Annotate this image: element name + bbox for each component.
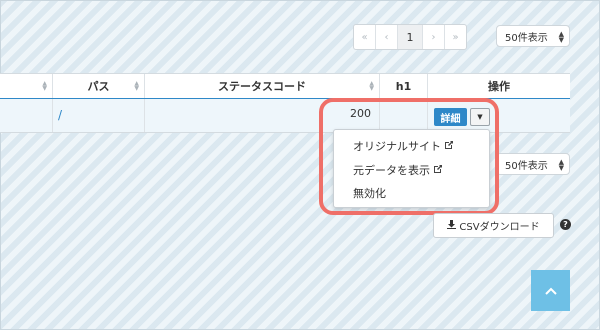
per-page-value: 50件表示 (505, 32, 548, 44)
per-page-value: 50件表示 (505, 160, 548, 172)
column-header-path[interactable]: パス ▲ ▼ (53, 74, 145, 98)
help-icon[interactable]: ? (560, 219, 571, 230)
per-page-select-bottom[interactable]: 50件表示 ▲ ▼ (496, 153, 570, 175)
csv-download-button[interactable]: CSVダウンロード (433, 213, 554, 238)
per-page-select-top[interactable]: 50件表示 ▲ ▼ (496, 25, 570, 47)
page-prev-button[interactable]: ‹ (376, 25, 398, 49)
table-header: ▲ ▼ パス ▲ ▼ ステータスコード ▲ ▼ h1 操作 (0, 73, 570, 100)
sort-icon: ▲ ▼ (369, 80, 374, 92)
column-header-blank[interactable]: ▲ ▼ (0, 74, 53, 98)
select-arrows-icon: ▲ ▼ (558, 158, 564, 172)
page-last-button[interactable]: » (445, 25, 466, 49)
sort-icon: ▲ ▼ (42, 80, 47, 92)
page-next-button[interactable]: › (423, 25, 445, 49)
highlight-annotation (319, 98, 499, 215)
select-arrows-icon: ▲ ▼ (558, 30, 564, 44)
page-current-button[interactable]: 1 (398, 25, 423, 49)
page-first-button[interactable]: « (354, 25, 376, 49)
scroll-to-top-button[interactable] (531, 270, 570, 311)
cell-blank (0, 99, 53, 132)
csv-download-label: CSVダウンロード (459, 222, 540, 233)
chevron-up-icon (544, 287, 557, 295)
column-header-h1[interactable]: h1 (380, 74, 428, 98)
download-icon (447, 219, 457, 232)
cell-path-link[interactable]: / (53, 99, 145, 132)
sort-icon: ▲ ▼ (134, 80, 139, 92)
column-header-status[interactable]: ステータスコード ▲ ▼ (145, 74, 380, 98)
pagination: « ‹ 1 › » (353, 24, 467, 50)
column-header-actions: 操作 (488, 80, 510, 93)
